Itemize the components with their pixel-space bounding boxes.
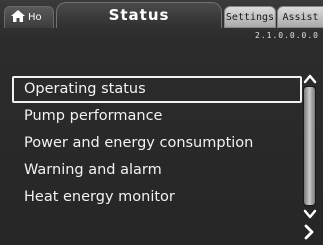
- status-menu-list: Operating status Pump performance Power …: [12, 76, 302, 211]
- scrollbar-thumb[interactable]: [304, 87, 315, 205]
- menu-item-pump-performance[interactable]: Pump performance: [12, 103, 302, 130]
- tab-assist-label: Assist: [282, 12, 319, 23]
- version-number: 2.1.0.0.0.0: [255, 31, 319, 40]
- tab-status[interactable]: Status: [56, 2, 222, 28]
- menu-item-power-energy[interactable]: Power and energy consumption: [12, 130, 302, 157]
- page-title: Status: [108, 6, 170, 24]
- menu-item-warning-alarm[interactable]: Warning and alarm: [12, 157, 302, 184]
- scrollbar-track[interactable]: [303, 86, 316, 206]
- menu-item-operating-status[interactable]: Operating status: [12, 76, 302, 103]
- chevron-up-icon[interactable]: [303, 72, 317, 84]
- chevron-down-icon[interactable]: [303, 208, 317, 220]
- tab-home[interactable]: Ho: [4, 6, 54, 28]
- tab-settings[interactable]: Settings: [224, 6, 276, 28]
- controller-screen: Ho Status Settings Assist 2.1.0.0.0.0 Op…: [0, 0, 323, 245]
- tab-settings-label: Settings: [225, 12, 275, 23]
- home-icon: [11, 10, 25, 22]
- tab-assist[interactable]: Assist: [277, 6, 323, 28]
- chevron-right-icon[interactable]: [302, 224, 316, 240]
- menu-item-heat-energy-monitor[interactable]: Heat energy monitor: [12, 184, 302, 211]
- tab-home-label: Ho: [28, 12, 42, 23]
